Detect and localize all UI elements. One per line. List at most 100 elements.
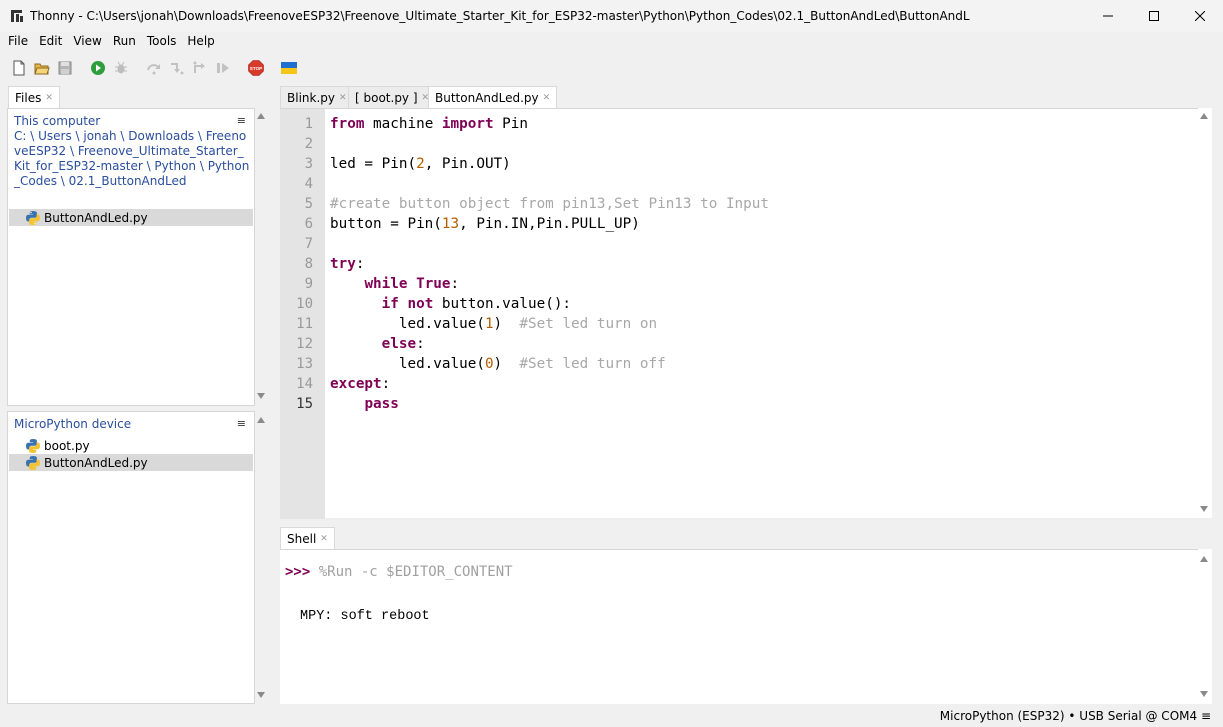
minimize-icon [1103, 15, 1113, 17]
editor-scrollbar[interactable] [1198, 108, 1212, 518]
tab-label: ButtonAndLed.py [435, 90, 539, 105]
list-item[interactable]: boot.py [9, 437, 253, 454]
device-header[interactable]: MicroPython device [14, 417, 131, 431]
thonny-app-icon [11, 10, 23, 22]
line-number: 5 [304, 196, 313, 212]
close-icon[interactable]: ✕ [45, 93, 53, 103]
code-line-14: except: [330, 376, 391, 392]
stop-label: STOP [250, 66, 262, 71]
shell-output: MPY: soft reboot [300, 609, 430, 624]
menu-tools[interactable]: Tools [143, 34, 181, 48]
close-icon [1195, 11, 1205, 21]
shell-console[interactable]: >>> %Run -c $EDITOR_CONTENT MPY: soft re… [280, 549, 1198, 704]
support-ukraine-button[interactable] [278, 57, 300, 79]
menu-file[interactable]: File [4, 34, 32, 48]
files-scrollbar[interactable] [255, 108, 269, 406]
new-file-button[interactable] [8, 57, 30, 79]
close-icon[interactable]: ✕ [320, 534, 328, 544]
line-number: 11 [296, 316, 313, 332]
line-number: 13 [296, 356, 313, 372]
code-editor[interactable]: 1 2 3 4 5 6 7 8 9 10 11 12 13 14 15 from… [280, 108, 1198, 519]
scroll-down-icon[interactable] [1200, 506, 1208, 512]
new-file-icon [13, 60, 25, 76]
step-into-icon [171, 63, 184, 75]
line-number: 6 [304, 216, 313, 232]
scroll-down-icon[interactable] [1200, 691, 1208, 697]
menu-view[interactable]: View [69, 34, 105, 48]
step-out-icon [193, 61, 205, 73]
python-file-icon [26, 455, 40, 470]
step-over-icon [147, 64, 160, 75]
micropython-device-panel: MicroPython device ≡ boot.py ButtonAndLe… [7, 411, 255, 704]
step-over-button[interactable] [143, 57, 165, 79]
file-name: ButtonAndLed.py [44, 455, 148, 470]
tab-boot[interactable]: [ boot.py ] ✕ [348, 86, 437, 108]
menu-run[interactable]: Run [109, 34, 140, 48]
debug-button[interactable] [110, 57, 132, 79]
device-scrollbar[interactable] [255, 411, 269, 704]
code-line-13: led.value(0) #Set led turn off [330, 356, 666, 372]
line-number: 9 [304, 276, 313, 292]
list-item[interactable]: ButtonAndLed.py [9, 454, 253, 471]
file-name: ButtonAndLed.py [44, 210, 148, 225]
stop-icon: STOP [248, 60, 264, 76]
menu-help[interactable]: Help [183, 34, 218, 48]
maximize-button[interactable] [1131, 0, 1177, 32]
line-number: 15 [296, 396, 313, 412]
python-file-icon [26, 438, 40, 453]
scroll-up-icon[interactable] [257, 417, 265, 423]
menu-bar: File Edit View Run Tools Help [0, 32, 222, 50]
tab-shell-label: Shell [287, 531, 317, 546]
tab-label: Blink.py [287, 90, 335, 105]
save-button[interactable] [54, 57, 76, 79]
scroll-down-icon[interactable] [257, 393, 265, 399]
tab-files-label: Files [15, 90, 42, 105]
this-computer-panel: This computer ≡ C: \ Users \ jonah \ Dow… [7, 108, 255, 406]
minimize-button[interactable] [1085, 0, 1131, 32]
close-icon[interactable]: ✕ [543, 93, 551, 103]
scroll-down-icon[interactable] [257, 692, 265, 698]
step-into-button[interactable] [166, 57, 188, 79]
code-line-6: button = Pin(13, Pin.IN,Pin.PULL_UP) [330, 216, 640, 232]
this-computer-header[interactable]: This computer [14, 114, 100, 128]
scroll-up-icon[interactable] [257, 113, 265, 119]
shell-scrollbar[interactable] [1198, 549, 1212, 704]
line-number: 3 [304, 156, 313, 172]
menu-edit[interactable]: Edit [35, 34, 66, 48]
debug-icon [115, 61, 127, 74]
tab-blink[interactable]: Blink.py ✕ [280, 86, 354, 108]
status-bar: MicroPython (ESP32) • USB Serial @ COM4 … [0, 705, 1223, 727]
run-icon [91, 61, 105, 75]
panel-menu-icon[interactable]: ≡ [237, 417, 246, 430]
scroll-up-icon[interactable] [1200, 556, 1208, 562]
close-icon[interactable]: ✕ [339, 93, 347, 103]
current-path-breadcrumb[interactable]: C: \ Users \ jonah \ Downloads \ Freenov… [14, 129, 250, 189]
window-title: Thonny - C:\Users\jonah\Downloads\Freeno… [30, 9, 970, 23]
close-button[interactable] [1177, 0, 1223, 32]
scroll-up-icon[interactable] [1200, 113, 1208, 119]
code-line-11: led.value(1) #Set led turn on [330, 316, 658, 332]
list-item[interactable]: ButtonAndLed.py [9, 209, 253, 226]
line-number: 10 [296, 296, 313, 312]
code-line-10: if not button.value(): [381, 296, 572, 312]
open-file-button[interactable] [31, 57, 53, 79]
line-number: 4 [304, 176, 313, 192]
run-button[interactable] [87, 57, 109, 79]
tab-buttonandled[interactable]: ButtonAndLed.py ✕ [428, 86, 558, 108]
panel-menu-icon[interactable]: ≡ [237, 114, 246, 127]
python-file-icon [26, 210, 40, 225]
resume-button[interactable] [212, 57, 234, 79]
step-out-button[interactable] [189, 57, 211, 79]
resume-icon [217, 63, 229, 73]
shell-command: %Run -c $EDITOR_CONTENT [318, 564, 513, 580]
interpreter-status[interactable]: MicroPython (ESP32) • USB Serial @ COM4 … [940, 709, 1211, 723]
shell-prompt-line: >>> %Run -c $EDITOR_CONTENT [285, 564, 513, 580]
ukraine-flag-icon [281, 62, 297, 74]
stop-button[interactable]: STOP [245, 57, 267, 79]
tab-files[interactable]: Files ✕ [8, 86, 60, 108]
tab-shell[interactable]: Shell ✕ [280, 527, 335, 549]
window-controls [1085, 0, 1223, 32]
open-file-icon [34, 63, 50, 75]
code-line-3: led = Pin(2, Pin.OUT) [330, 156, 511, 172]
line-number: 1 [304, 116, 313, 132]
